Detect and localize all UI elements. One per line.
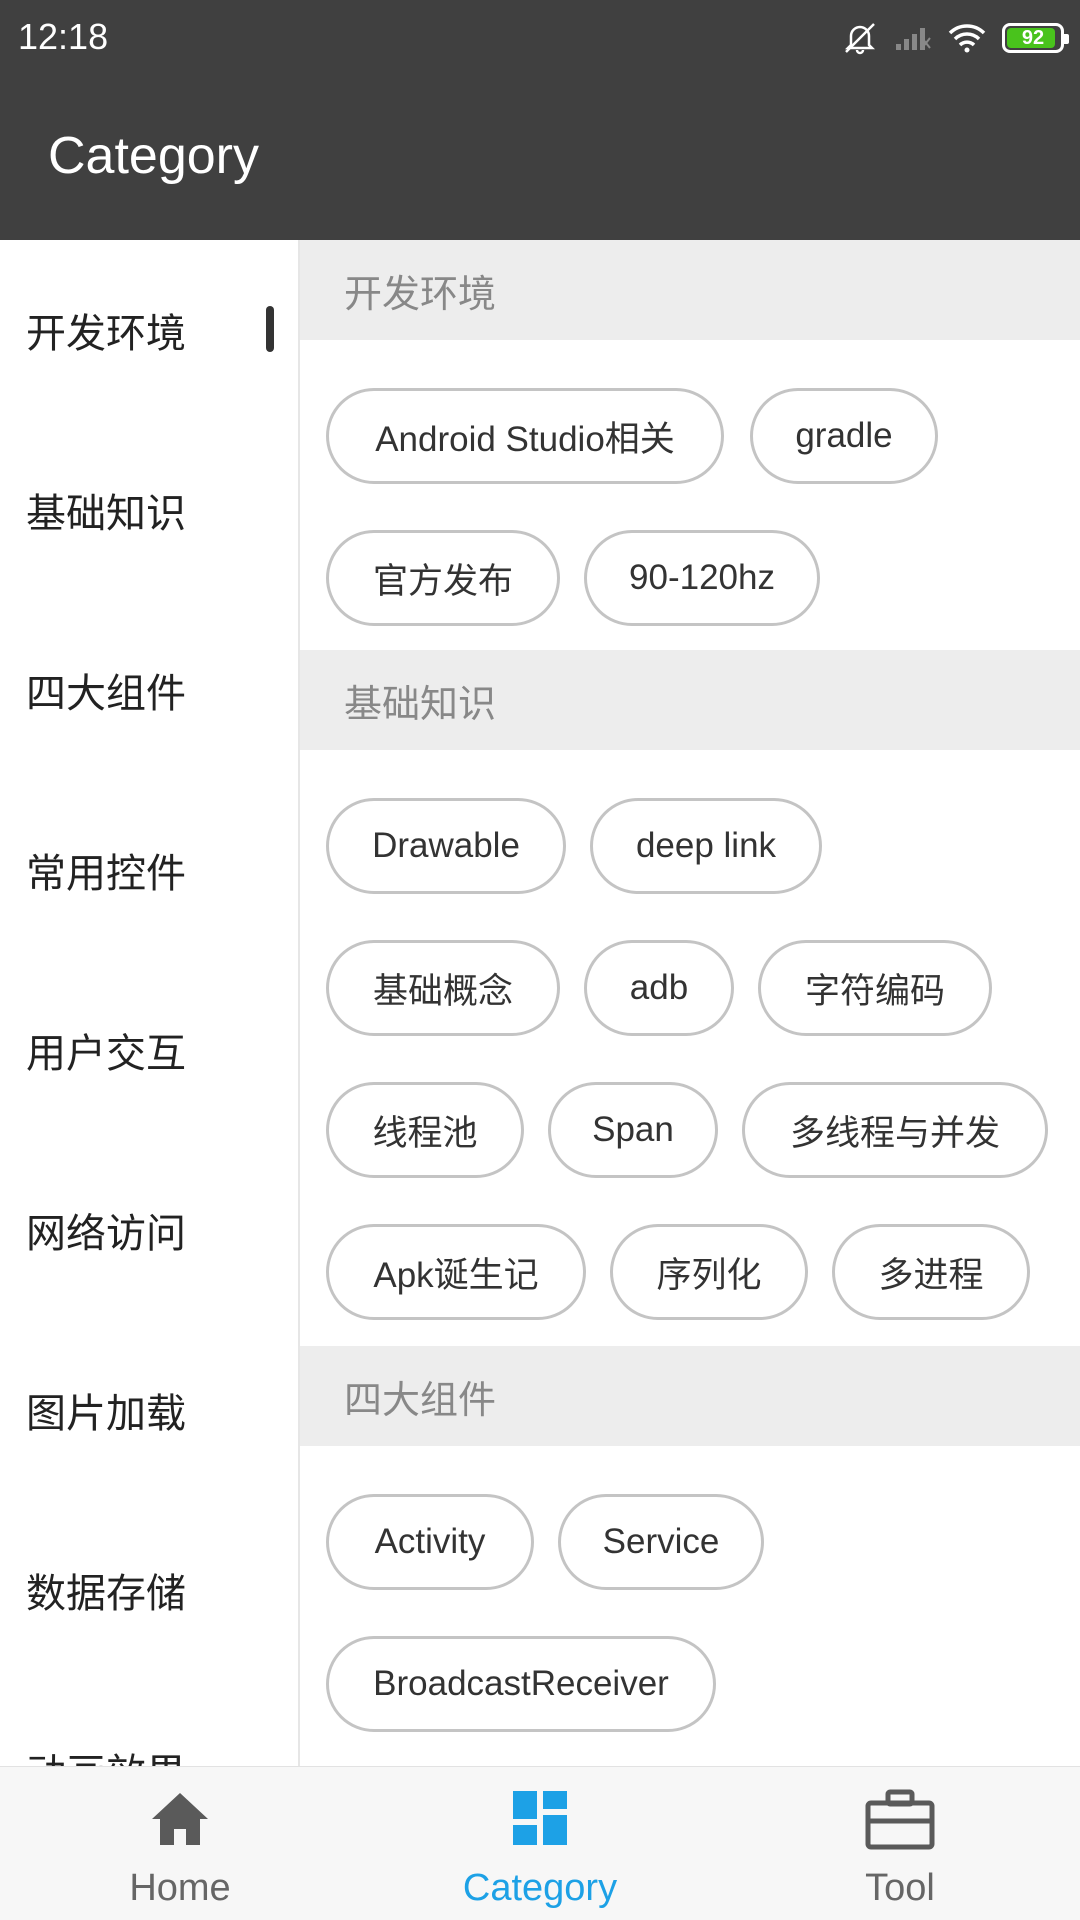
tag-label: 多线程与并发 (789, 1113, 1000, 1153)
tag-chip[interactable]: 多线程与并发 (742, 1082, 1048, 1178)
tag-label: 线程池 (372, 1113, 478, 1153)
section-header: 开发环境 (300, 240, 1080, 340)
tag-chip[interactable]: 线程池 (326, 1082, 524, 1178)
tag-label: 多进程 (878, 1255, 984, 1295)
tag-label: Activity (374, 1522, 486, 1561)
sidebar-item-label: 基础知识 (26, 491, 186, 537)
tag-chip[interactable]: 官方发布 (326, 530, 560, 626)
sidebar-item-label: 常用控件 (26, 851, 186, 897)
tag-chip[interactable]: gradle (750, 388, 938, 484)
tag-label: Span (592, 1110, 674, 1149)
home-icon (148, 1789, 212, 1853)
nav-tool[interactable]: Tool (720, 1767, 1080, 1920)
tag-chip[interactable]: 基础概念 (326, 940, 560, 1036)
wifi-icon (948, 23, 986, 53)
sidebar-item-label: 网络访问 (26, 1211, 186, 1257)
tag-label: 官方发布 (372, 561, 513, 601)
tag-label: Service (602, 1522, 720, 1561)
sidebar-item-image-loading[interactable]: 图片加载 (0, 1320, 298, 1500)
status-time: 12:18 (18, 16, 109, 57)
nav-label: Tool (865, 1867, 935, 1909)
nav-home[interactable]: Home (0, 1767, 360, 1920)
category-icon (511, 1789, 569, 1851)
app-bar: Category (0, 76, 1080, 240)
sidebar-item-interaction[interactable]: 用户交互 (0, 960, 298, 1140)
nav-category[interactable]: Category (360, 1767, 720, 1920)
signal-icon (894, 24, 932, 52)
tag-label: Android Studio相关 (375, 419, 675, 459)
tag-chip[interactable]: Service (558, 1494, 764, 1590)
bottom-navigation: Home Category Tool (0, 1766, 1080, 1920)
tag-label: deep link (635, 826, 777, 865)
tag-chip[interactable]: Span (548, 1082, 718, 1178)
tag-chip[interactable]: 90-120hz (584, 530, 820, 626)
battery-level: 92 (1021, 26, 1045, 49)
category-content[interactable]: 开发环境 Android Studio相关 gradle 官方发布 90-120… (300, 240, 1080, 1766)
sidebar-item-animation[interactable]: 动画效果 (0, 1680, 298, 1766)
section-header: 四大组件 (300, 1346, 1080, 1446)
sidebar-item-network[interactable]: 网络访问 (0, 1140, 298, 1320)
toolbox-icon (864, 1789, 936, 1855)
status-bar: 12:18 92 (0, 0, 1080, 76)
nav-label: Category (462, 1867, 618, 1909)
sidebar-item-label: 图片加载 (26, 1391, 186, 1437)
tag-label: BroadcastReceiver (373, 1664, 669, 1703)
tag-label: gradle (795, 416, 893, 455)
tag-label: 字符编码 (804, 971, 945, 1011)
tag-chip[interactable]: BroadcastReceiver (326, 1636, 716, 1732)
sidebar-item-label: 四大组件 (26, 671, 186, 717)
tag-chip[interactable]: 字符编码 (758, 940, 992, 1036)
section-title: 基础知识 (344, 681, 497, 726)
sidebar-item-widgets[interactable]: 常用控件 (0, 780, 298, 960)
category-sidebar[interactable]: 开发环境 基础知识 四大组件 常用控件 用户交互 网络访问 图片加载 数据存储 … (0, 240, 300, 1766)
tag-chip[interactable]: 多进程 (832, 1224, 1030, 1320)
tag-chip[interactable]: Drawable (326, 798, 566, 894)
section-title: 开发环境 (344, 271, 497, 316)
sidebar-item-label: 动画效果 (26, 1741, 186, 1766)
tag-label: 90-120hz (629, 558, 775, 597)
section-title: 四大组件 (344, 1377, 497, 1422)
sidebar-item-label: 开发环境 (26, 311, 186, 357)
section-header: 基础知识 (300, 650, 1080, 750)
tag-chip[interactable]: deep link (590, 798, 822, 894)
tag-label: Drawable (372, 826, 520, 865)
tag-chip[interactable]: Android Studio相关 (326, 388, 724, 484)
tag-chip[interactable]: 序列化 (610, 1224, 808, 1320)
sidebar-item-label: 数据存储 (26, 1571, 186, 1617)
selected-indicator (266, 306, 274, 352)
status-icons: 92 (842, 18, 1069, 58)
sidebar-item-dev-env[interactable]: 开发环境 (0, 240, 298, 420)
tag-label: 基础概念 (372, 971, 513, 1011)
tag-chip[interactable]: Activity (326, 1494, 534, 1590)
sidebar-item-basics[interactable]: 基础知识 (0, 420, 298, 600)
tag-label: 序列化 (656, 1255, 762, 1295)
tag-chip[interactable]: Apk诞生记 (326, 1224, 586, 1320)
tag-label: adb (629, 968, 689, 1007)
tag-chip[interactable]: adb (584, 940, 734, 1036)
mute-icon (842, 21, 878, 55)
battery-icon: 92 (1002, 23, 1069, 53)
nav-label: Home (129, 1867, 231, 1909)
sidebar-item-label: 用户交互 (26, 1031, 186, 1077)
tag-label: Apk诞生记 (373, 1255, 539, 1295)
sidebar-item-components[interactable]: 四大组件 (0, 600, 298, 780)
page-title: Category (48, 127, 259, 185)
sidebar-item-storage[interactable]: 数据存储 (0, 1500, 298, 1680)
